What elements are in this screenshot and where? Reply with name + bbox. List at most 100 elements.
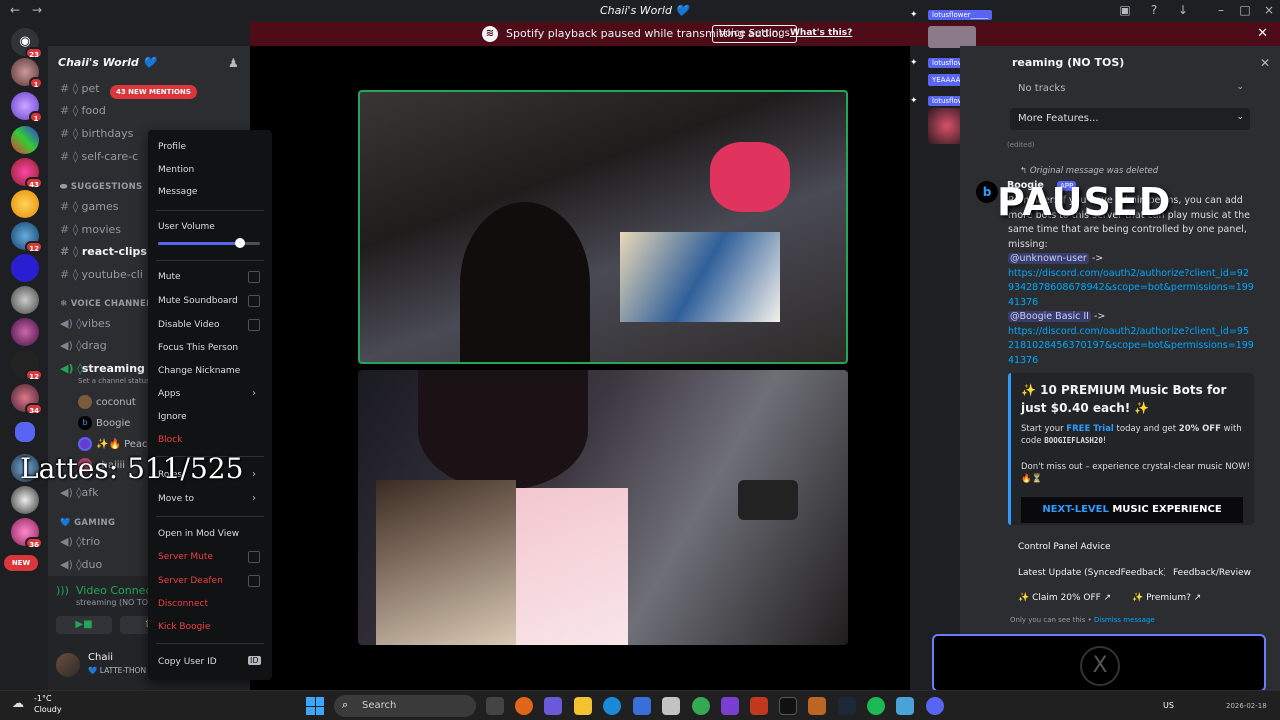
- channel-item[interactable]: # ◊ pet: [60, 82, 100, 95]
- weather-description[interactable]: Cloudy: [34, 705, 62, 714]
- voice-user[interactable]: ✨🔥 Peach: [78, 437, 154, 451]
- server-icon[interactable]: [11, 126, 39, 154]
- avatar[interactable]: [56, 653, 80, 677]
- app-icon[interactable]: [750, 697, 768, 715]
- file-explorer-icon[interactable]: [574, 697, 592, 715]
- banner-close-icon[interactable]: ✕: [1257, 26, 1268, 41]
- mute-soundboard-checkbox[interactable]: [248, 295, 260, 307]
- user-volume-slider[interactable]: [158, 238, 260, 248]
- menu-disconnect[interactable]: Disconnect: [158, 599, 208, 609]
- server-deafen-checkbox[interactable]: [248, 575, 260, 587]
- keyboard-language[interactable]: US: [1163, 701, 1174, 710]
- category-suggestions[interactable]: ⬬ SUGGESTIONS: [60, 182, 142, 192]
- server-icon[interactable]: [11, 286, 39, 314]
- menu-kick[interactable]: Kick Boogie: [158, 622, 210, 632]
- volume-knob[interactable]: [234, 238, 245, 248]
- minimize-icon[interactable]: –: [1212, 3, 1230, 17]
- activity-user[interactable]: lotusflower_____: [928, 10, 993, 20]
- server-icon[interactable]: 12: [11, 222, 43, 253]
- server-icon[interactable]: [11, 254, 39, 282]
- voice-channel-item[interactable]: ◀) ◊ trio: [60, 535, 100, 548]
- camera-button[interactable]: ▶■: [56, 616, 112, 634]
- user-mention[interactable]: @unknown-user: [1008, 253, 1089, 264]
- menu-message[interactable]: Message: [158, 187, 197, 197]
- activity-thumbnail[interactable]: [928, 26, 976, 48]
- start-button[interactable]: [306, 697, 324, 715]
- edge-icon[interactable]: [603, 697, 621, 715]
- voice-channel-item[interactable]: ◀) ◊ vibes: [60, 317, 111, 330]
- weather-temperature[interactable]: -1°C: [34, 694, 52, 703]
- menu-server-deafen[interactable]: Server Deafen: [158, 576, 223, 586]
- menu-focus[interactable]: Focus This Person: [158, 343, 238, 353]
- store-icon[interactable]: [662, 697, 680, 715]
- premium-button[interactable]: ✨ Premium? ↗: [1124, 587, 1210, 609]
- menu-mute[interactable]: Mute: [158, 272, 181, 282]
- channel-status[interactable]: Set a channel status: [78, 377, 150, 385]
- category-gaming[interactable]: 💙 GAMING: [60, 518, 115, 528]
- channel-item[interactable]: # ◊ youtube-cli: [60, 268, 143, 281]
- folder-icon[interactable]: [15, 422, 35, 442]
- voice-channel-item[interactable]: ◀) ◊ drag: [60, 339, 107, 352]
- server-name[interactable]: Chaii's World 💙: [58, 56, 156, 69]
- help-icon[interactable]: ?: [1145, 3, 1163, 17]
- forward-icon[interactable]: →: [32, 3, 42, 17]
- voice-user[interactable]: b Boogie: [78, 416, 130, 430]
- maximize-icon[interactable]: □: [1236, 3, 1254, 17]
- server-mute-checkbox[interactable]: [248, 551, 260, 563]
- menu-ignore[interactable]: Ignore: [158, 412, 187, 422]
- voice-channel-item[interactable]: ◀) ◊ streaming (: [60, 362, 154, 375]
- app-icon[interactable]: [721, 697, 739, 715]
- menu-server-mute[interactable]: Server Mute: [158, 552, 213, 562]
- app-icon[interactable]: [896, 697, 914, 715]
- voice-channel-item[interactable]: ◀) ◊ duo: [60, 558, 102, 571]
- channel-item[interactable]: # ◊ movies: [60, 223, 121, 236]
- user-mention[interactable]: @Boogie Basic II: [1008, 311, 1091, 322]
- server-icon[interactable]: [11, 318, 39, 346]
- dismiss-link[interactable]: Dismiss message: [1094, 616, 1155, 624]
- server-icon[interactable]: 1: [11, 58, 43, 89]
- menu-mention[interactable]: Mention: [158, 165, 194, 175]
- server-icon[interactable]: [11, 190, 39, 218]
- app-icon[interactable]: [633, 697, 651, 715]
- tracks-dropdown[interactable]: No tracks ⌄: [1010, 78, 1250, 100]
- download-icon[interactable]: ↓: [1174, 3, 1192, 17]
- server-icon[interactable]: 1: [11, 92, 43, 123]
- menu-move-to[interactable]: Move to: [158, 494, 194, 504]
- video-tile[interactable]: [358, 90, 848, 364]
- channel-item[interactable]: # ◊ self-care-c: [60, 150, 138, 163]
- server-icon[interactable]: 43: [11, 158, 43, 189]
- voice-user[interactable]: coconut: [78, 395, 136, 409]
- voice-channel-item[interactable]: ◀) ◊ afk: [60, 486, 98, 499]
- menu-block[interactable]: Block: [158, 435, 182, 445]
- server-icon[interactable]: 34: [11, 384, 43, 415]
- avatar[interactable]: b: [976, 181, 998, 203]
- invite-link[interactable]: https://discord.com/oauth2/authorize?cli…: [1008, 268, 1254, 308]
- menu-disable-video[interactable]: Disable Video: [158, 320, 219, 330]
- menu-change-nickname[interactable]: Change Nickname: [158, 366, 240, 376]
- voice-settings-button[interactable]: Voice Settings: [712, 25, 797, 43]
- menu-mute-soundboard[interactable]: Mute Soundboard: [158, 296, 238, 306]
- spotify-icon[interactable]: [867, 697, 885, 715]
- disable-video-checkbox[interactable]: [248, 319, 260, 331]
- video-tile[interactable]: [358, 370, 848, 645]
- steam-icon[interactable]: [838, 697, 856, 715]
- menu-copy-user-id[interactable]: Copy User ID: [158, 657, 217, 667]
- menu-profile[interactable]: Profile: [158, 142, 186, 152]
- feedback-button[interactable]: Feedback/Review: [1165, 562, 1260, 584]
- copilot-icon[interactable]: [544, 697, 562, 715]
- server-icon[interactable]: [11, 486, 39, 514]
- back-icon[interactable]: ←: [10, 3, 20, 17]
- control-panel-advice-button[interactable]: Control Panel Advice: [1010, 536, 1119, 558]
- more-features-dropdown[interactable]: More Features... ⌄: [1010, 108, 1250, 130]
- invite-icon[interactable]: ♟: [228, 56, 239, 70]
- close-window-icon[interactable]: ×: [1260, 3, 1278, 17]
- weather-cloudy-icon[interactable]: ☁: [12, 696, 24, 710]
- inbox-icon[interactable]: ▣: [1116, 3, 1134, 17]
- server-icon[interactable]: 12: [11, 350, 43, 381]
- user-name[interactable]: Chaii: [88, 652, 113, 663]
- taskbar-date[interactable]: 2026-02-18: [1226, 702, 1267, 710]
- menu-apps[interactable]: Apps: [158, 389, 180, 399]
- channel-item[interactable]: # ◊ birthdays: [60, 127, 133, 140]
- latest-update-button[interactable]: Latest Update (SyncedFeedback): [1010, 562, 1175, 584]
- channel-item[interactable]: # ◊ react-clips: [60, 245, 147, 258]
